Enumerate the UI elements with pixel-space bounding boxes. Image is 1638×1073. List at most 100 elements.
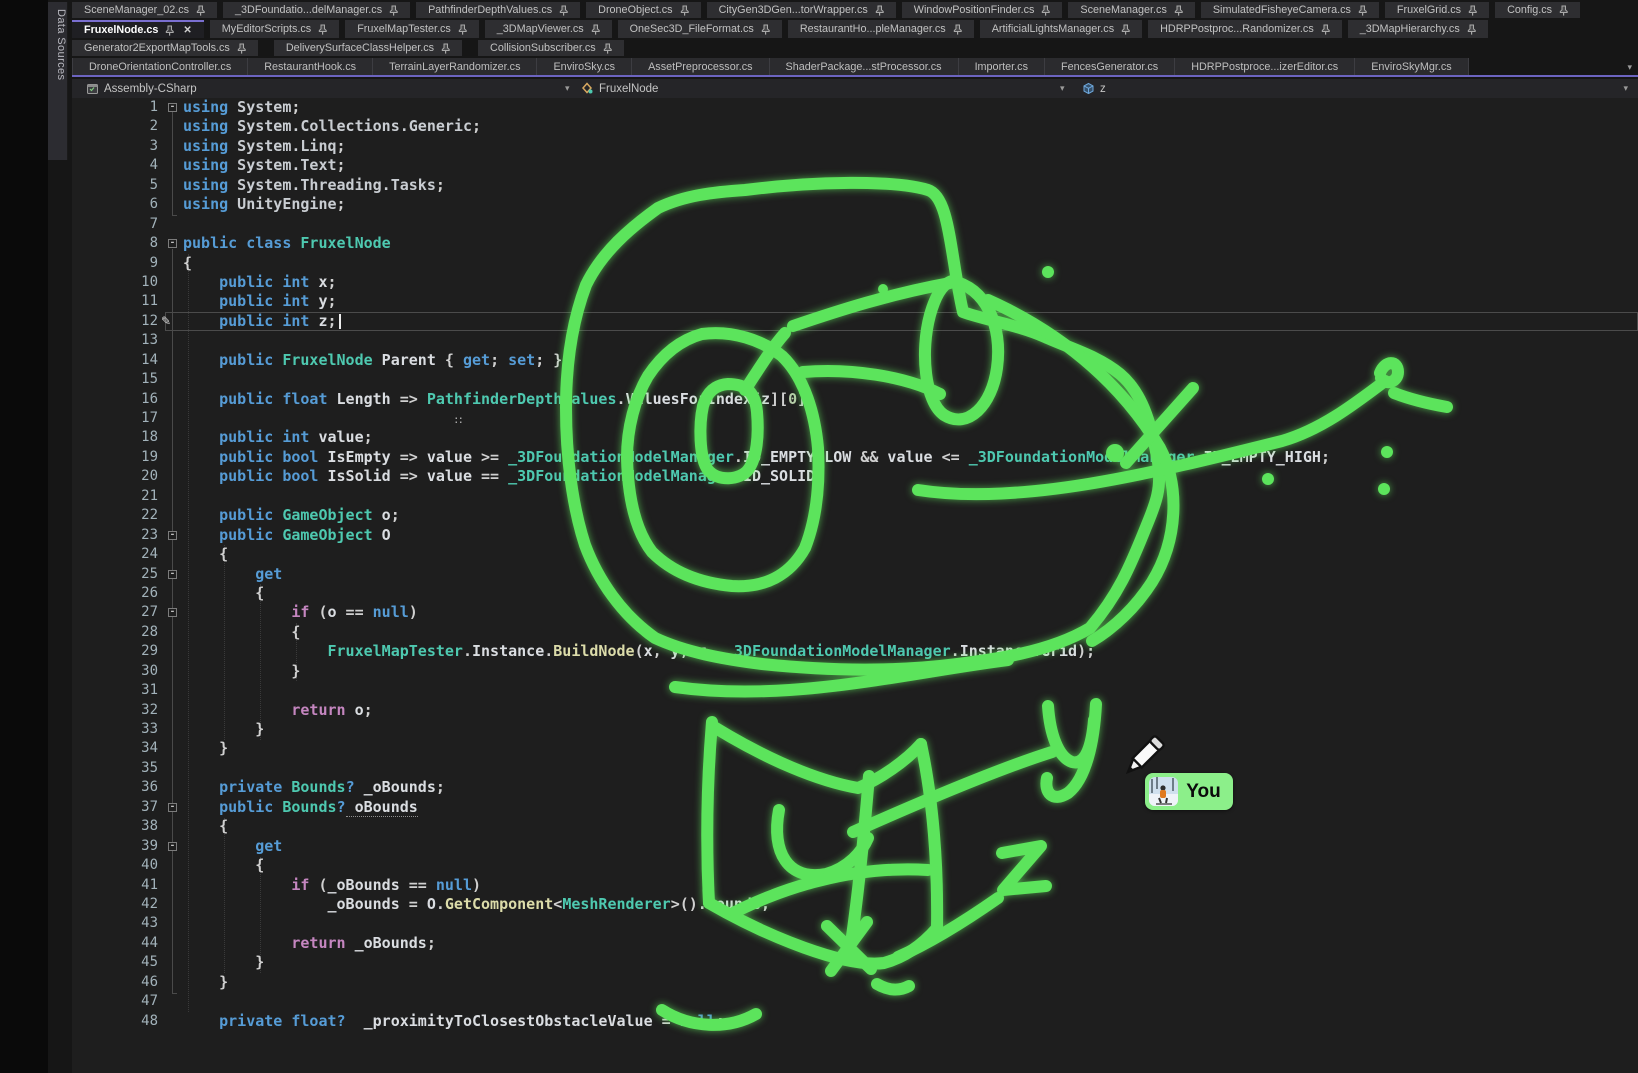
breadcrumb-type[interactable]: FruxelNode	[580, 79, 658, 98]
code-line-22[interactable]: 22 public GameObject o;	[72, 506, 1638, 525]
code-editor[interactable]: 1-using System;2using System.Collections…	[72, 98, 1638, 1073]
code-line-39[interactable]: 39- get	[72, 837, 1638, 856]
code-line-29[interactable]: 29 FruxelMapTester.Instance.BuildNode(x,…	[72, 642, 1638, 661]
code-line-15[interactable]: 15	[72, 370, 1638, 389]
breadcrumb-type-caret-icon[interactable]: ▾	[1060, 79, 1065, 98]
code-line-27[interactable]: 27- if (o == null)	[72, 603, 1638, 622]
tab-fencesgenerator-cs[interactable]: FencesGenerator.cs	[1045, 58, 1175, 75]
fold-marker-icon[interactable]: -	[168, 803, 177, 812]
close-icon[interactable]: ✕	[183, 25, 191, 36]
tab-fruxelmaptester-cs[interactable]: FruxelMapTester.cs	[345, 20, 479, 38]
code-line-18[interactable]: 18 public int value;	[72, 428, 1638, 447]
code-line-31[interactable]: 31	[72, 681, 1638, 700]
code-line-1[interactable]: 1-using System;	[72, 98, 1638, 117]
code-line-14[interactable]: 14 public FruxelNode Parent { get; set; …	[72, 351, 1638, 370]
tab-fruxelgrid-cs[interactable]: FruxelGrid.cs	[1385, 2, 1489, 18]
code-line-4[interactable]: 4using System.Text;	[72, 156, 1638, 175]
tab-3dmaphierarchy-cs[interactable]: _3DMapHierarchy.cs	[1348, 20, 1488, 38]
code-line-11[interactable]: 11 public int y;	[72, 292, 1638, 311]
fold-marker-icon[interactable]: -	[168, 239, 177, 248]
code-line-25[interactable]: 25- get	[72, 565, 1638, 584]
tab-collisionsubscriber-cs[interactable]: CollisionSubscriber.cs	[478, 40, 624, 56]
tab-windowpositionfinder-cs[interactable]: WindowPositionFinder.cs	[902, 2, 1063, 18]
code-line-7[interactable]: 7	[72, 215, 1638, 234]
code-line-9[interactable]: 9{	[72, 254, 1638, 273]
code-line-23[interactable]: 23- public GameObject O	[72, 526, 1638, 545]
code-line-21[interactable]: 21	[72, 487, 1638, 506]
fold-marker-icon[interactable]: -	[168, 103, 177, 112]
code-line-32[interactable]: 32 return o;	[72, 701, 1638, 720]
code-line-30[interactable]: 30 }	[72, 662, 1638, 681]
code-line-36[interactable]: 36 private Bounds? _oBounds;	[72, 778, 1638, 797]
tab-terrainlayerrandomizer-cs[interactable]: TerrainLayerRandomizer.cs	[373, 58, 537, 75]
tab-scenemanager-02-cs[interactable]: SceneManager_02.cs	[72, 2, 217, 18]
code-line-42[interactable]: 42 _oBounds = O.GetComponent<MeshRendere…	[72, 895, 1638, 914]
code-line-37[interactable]: 37- public Bounds? oBounds	[72, 798, 1638, 817]
breadcrumb-project[interactable]: Assembly-CSharp	[86, 79, 197, 98]
breadcrumb-overflow-caret-icon[interactable]: ▾	[1623, 79, 1628, 98]
fold-marker-icon[interactable]: -	[168, 531, 177, 540]
tab-hdrppostproce-izereditor-cs[interactable]: HDRPPostproce...izerEditor.cs	[1175, 58, 1355, 75]
code-line-34[interactable]: 34 }	[72, 739, 1638, 758]
tab-enviroskymgr-cs[interactable]: EnviroSkyMgr.cs	[1355, 58, 1468, 75]
code-line-16[interactable]: 16 public float Length => PathfinderDept…	[72, 390, 1638, 409]
code-line-20[interactable]: 20 public bool IsSolid => value == _3DFo…	[72, 467, 1638, 486]
tab-envirosky-cs[interactable]: EnviroSky.cs	[537, 58, 632, 75]
code-line-46[interactable]: 46 }	[72, 973, 1638, 992]
tab-scenemanager-cs[interactable]: SceneManager.cs	[1068, 2, 1194, 18]
code-line-28[interactable]: 28 {	[72, 623, 1638, 642]
left-edge-panel	[0, 0, 48, 1073]
code-line-3[interactable]: 3using System.Linq;	[72, 137, 1638, 156]
tab-overflow-caret-icon[interactable]: ▾	[1627, 58, 1632, 77]
code-line-26[interactable]: 26 {	[72, 584, 1638, 603]
tab-artificiallightsmanager-cs[interactable]: ArtificialLightsManager.cs	[980, 20, 1142, 38]
fold-marker-icon[interactable]: -	[168, 842, 177, 851]
breadcrumb-project-caret-icon[interactable]: ▾	[565, 79, 570, 98]
code-line-40[interactable]: 40 {	[72, 856, 1638, 875]
tab-restaurantho-plemanager-cs[interactable]: RestaurantHo...pleManager.cs	[788, 20, 974, 38]
code-line-45[interactable]: 45 }	[72, 953, 1638, 972]
code-line-8[interactable]: 8-public class FruxelNode	[72, 234, 1638, 253]
fold-marker-icon[interactable]: -	[168, 608, 177, 617]
pin-icon	[1321, 24, 1330, 35]
code-line-2[interactable]: 2using System.Collections.Generic;	[72, 117, 1638, 136]
tab-label: RestaurantHo...pleManager.cs	[800, 23, 946, 35]
tab-fruxelnode-cs-active[interactable]: FruxelNode.cs✕	[72, 20, 204, 38]
tab-3dmapviewer-cs[interactable]: _3DMapViewer.cs	[485, 20, 612, 38]
tab-restauranthook-cs[interactable]: RestaurantHook.cs	[248, 58, 373, 75]
code-line-17[interactable]: 17	[72, 409, 1638, 428]
code-line-47[interactable]: 47	[72, 992, 1638, 1011]
code-line-41[interactable]: 41 if (_oBounds == null)	[72, 876, 1638, 895]
code-line-5[interactable]: 5using System.Threading.Tasks;	[72, 176, 1638, 195]
tab-pathfinderdepthvalues-cs[interactable]: PathfinderDepthValues.cs	[416, 2, 580, 18]
tab-shaderpackage-stprocessor-cs[interactable]: ShaderPackage...stProcessor.cs	[770, 58, 959, 75]
tab-config-cs[interactable]: Config.cs	[1495, 2, 1580, 18]
tab-myeditorscripts-cs[interactable]: MyEditorScripts.cs	[210, 20, 339, 38]
tab-onesec3d-fileformat-cs[interactable]: OneSec3D_FileFormat.cs	[618, 20, 782, 38]
code-line-44[interactable]: 44 return _oBounds;	[72, 934, 1638, 953]
tab-generator2exportmaptools-cs[interactable]: Generator2ExportMapTools.cs	[72, 40, 258, 56]
tab-droneobject-cs[interactable]: DroneObject.cs	[586, 2, 700, 18]
fold-marker-icon[interactable]: -	[168, 570, 177, 579]
tab-simulatedfisheyecamera-cs[interactable]: SimulatedFisheyeCamera.cs	[1201, 2, 1379, 18]
tab-deliverysurfaceclasshelper-cs[interactable]: DeliverySurfaceClassHelper.cs	[274, 40, 462, 56]
code-line-35[interactable]: 35	[72, 759, 1638, 778]
class-icon	[580, 82, 594, 95]
code-line-19[interactable]: 19 public bool IsEmpty => value >= _3DFo…	[72, 448, 1638, 467]
tab-3dfoundatio-delmanager-cs[interactable]: _3DFoundatio...delManager.cs	[223, 2, 410, 18]
tab-citygen3dgen-torwrapper-cs[interactable]: CityGen3DGen...torWrapper.cs	[707, 2, 896, 18]
code-line-24[interactable]: 24 {	[72, 545, 1638, 564]
code-line-43[interactable]: 43	[72, 914, 1638, 933]
tab-assetpreprocessor-cs[interactable]: AssetPreprocessor.cs	[632, 58, 769, 75]
tab-hdrppostproc-randomizer-cs[interactable]: HDRPPostproc...Randomizer.cs	[1148, 20, 1342, 38]
code-line-33[interactable]: 33 }	[72, 720, 1638, 739]
code-line-48[interactable]: 48 private float? _proximityToClosestObs…	[72, 1012, 1638, 1031]
code-line-13[interactable]: 13	[72, 331, 1638, 350]
sidebar-tab-data-sources[interactable]: Data Sources	[48, 2, 68, 160]
tab-importer-cs[interactable]: Importer.cs	[959, 58, 1045, 75]
tab-droneorientationcontroller-cs[interactable]: DroneOrientationController.cs	[72, 58, 248, 75]
code-line-10[interactable]: 10 public int x;	[72, 273, 1638, 292]
code-line-38[interactable]: 38 {	[72, 817, 1638, 836]
breadcrumb-member[interactable]: z	[1082, 79, 1106, 98]
code-line-6[interactable]: 6using UnityEngine;	[72, 195, 1638, 214]
